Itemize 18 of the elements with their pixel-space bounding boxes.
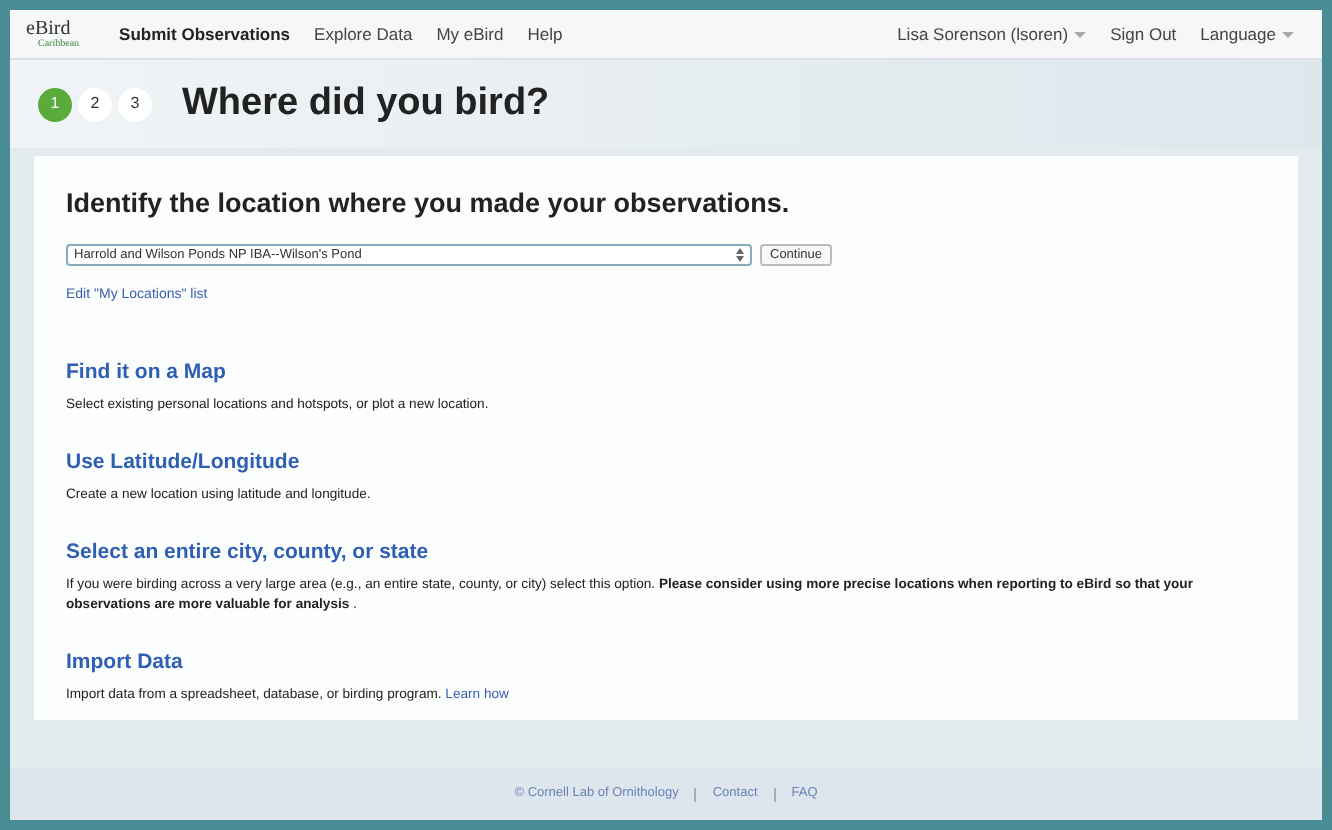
page-title: Where did you bird? xyxy=(182,81,550,127)
nav-link[interactable]: My eBird xyxy=(424,21,516,47)
menu-link[interactable]: Lisa Sorenson (lsoren) xyxy=(885,21,1099,47)
menu-link[interactable]: Sign Out xyxy=(1098,21,1189,47)
caret-icon xyxy=(1282,31,1294,38)
nav-link[interactable]: Submit Observations xyxy=(107,21,303,47)
option-title-link[interactable]: Import Data xyxy=(66,647,183,679)
nav-link[interactable]: Help xyxy=(515,21,575,47)
caret-icon xyxy=(1074,31,1087,38)
option-title-link[interactable]: Find it on a Map xyxy=(66,358,226,390)
step-indicator[interactable]: 2 xyxy=(78,87,112,121)
select-arrows-icon xyxy=(736,248,744,263)
section-heading: Identify the location where you made your observations. xyxy=(66,188,792,221)
menu-link[interactable]: Language xyxy=(1188,21,1306,47)
step-indicator[interactable]: 3 xyxy=(118,87,152,121)
nav-link[interactable]: Explore Data xyxy=(302,21,425,47)
option-title-link[interactable]: Select an entire city, county, or state xyxy=(66,537,429,570)
option-title-link[interactable]: Use Latitude/Longitude xyxy=(66,448,300,480)
